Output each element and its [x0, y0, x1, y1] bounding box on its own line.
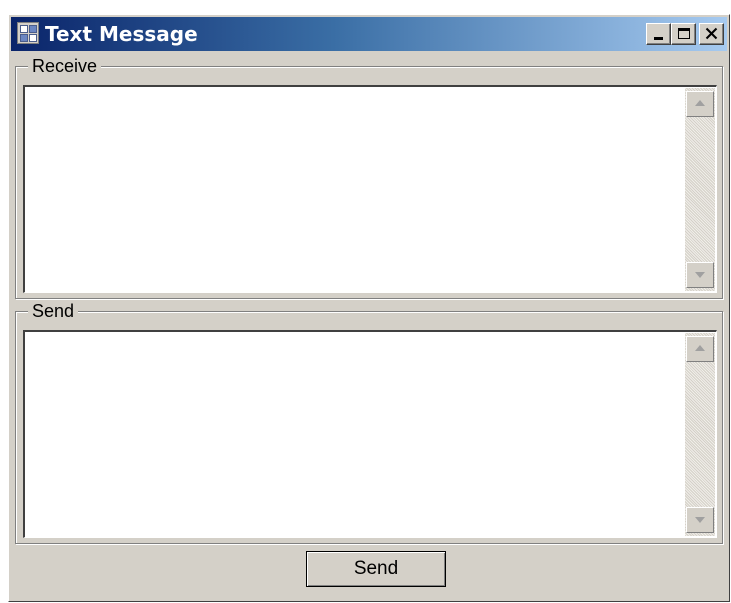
window-title: Text Message [45, 22, 198, 46]
close-icon [705, 27, 718, 40]
send-groupbox: Send [15, 300, 723, 544]
send-scroll-up-button[interactable] [686, 336, 714, 362]
minimize-icon [654, 37, 663, 40]
receive-textbox[interactable] [23, 85, 717, 293]
send-text[interactable] [29, 336, 680, 533]
send-group-label: Send [28, 300, 79, 322]
receive-groupbox: Receive [15, 55, 723, 299]
title-bar[interactable]: Text Message [11, 17, 727, 51]
send-button[interactable]: Send [306, 551, 446, 587]
maximize-button[interactable] [671, 23, 696, 45]
scroll-up-arrow-icon [695, 345, 705, 351]
send-scrollbar[interactable] [685, 333, 715, 536]
app-window-icon[interactable] [17, 22, 39, 44]
close-button[interactable] [699, 23, 724, 45]
receive-text [29, 91, 680, 288]
minimize-button[interactable] [646, 23, 671, 45]
receive-scroll-down-button[interactable] [686, 262, 714, 288]
receive-scroll-up-button[interactable] [686, 91, 714, 117]
receive-scrollbar[interactable] [685, 88, 715, 291]
scroll-up-arrow-icon [695, 100, 705, 106]
receive-group-label: Receive [28, 55, 102, 77]
send-scroll-down-button[interactable] [686, 507, 714, 533]
send-textbox[interactable] [23, 330, 717, 538]
text-message-window: Text Message Receive Send Send [8, 14, 730, 602]
scroll-down-arrow-icon [695, 517, 705, 523]
scroll-down-arrow-icon [695, 272, 705, 278]
maximize-icon [678, 28, 690, 39]
